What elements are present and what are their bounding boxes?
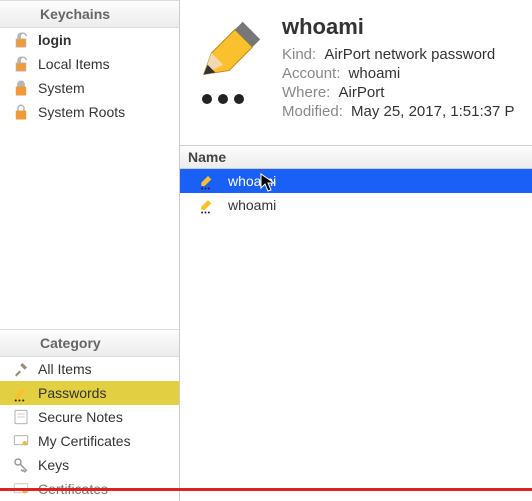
pencil-dots-icon [12,384,30,402]
kind-value: AirPort network password [324,46,495,63]
content-area: whoami Kind: AirPort network password Ac… [180,0,532,501]
keychain-label: System Roots [38,104,171,120]
category-my-certificates[interactable]: My Certificates [0,429,179,453]
keychain-label: System [38,80,171,96]
category-label: My Certificates [38,433,171,449]
certificate-icon [12,432,30,450]
list-row[interactable]: whoami [180,169,532,193]
where-value: AirPort [339,84,385,101]
keychains-list: login Local Items System System Roots [0,28,179,329]
account-value: whoami [349,65,401,82]
tools-icon [12,360,30,378]
keychain-login[interactable]: login [0,28,179,52]
list-row-name: whoami [228,197,276,213]
keychains-header: Keychains [0,0,179,28]
category-label: Keys [38,457,171,473]
list-column-name[interactable]: Name [180,146,532,169]
category-header: Category [0,329,179,357]
category-label: All Items [38,361,171,377]
category-keys[interactable]: Keys [0,453,179,477]
modified-value: May 25, 2017, 1:51:37 P [351,103,514,120]
lock-open-icon [12,55,30,73]
key-icon [12,456,30,474]
kind-label: Kind: [282,46,316,63]
category-all-items[interactable]: All Items [0,357,179,381]
red-underline [0,488,532,491]
modified-label: Modified: [282,103,343,120]
detail-title: whoami [282,14,515,40]
category-list: All Items Passwords Secure Notes My Cert… [0,357,179,501]
lock-open-icon [12,31,30,49]
keychain-local[interactable]: Local Items [0,52,179,76]
category-secure-notes[interactable]: Secure Notes [0,405,179,429]
detail-pencil-icon [190,14,268,104]
category-label: Passwords [38,385,171,401]
list-row[interactable]: whoami [180,193,532,217]
lock-closed-icon [12,103,30,121]
keychain-system-roots[interactable]: System Roots [0,100,179,124]
lock-closed-icon [12,79,30,97]
pencil-dots-icon [198,171,218,191]
sidebar: Keychains login Local Items System [0,0,180,501]
pencil-dots-icon [198,195,218,215]
keychain-label: Local Items [38,56,171,72]
keychain-label: login [38,32,171,48]
category-label: Secure Notes [38,409,171,425]
account-label: Account: [282,65,340,82]
where-label: Where: [282,84,330,101]
detail-pane: whoami Kind: AirPort network password Ac… [180,0,532,146]
category-passwords[interactable]: Passwords [0,381,179,405]
detail-info: whoami Kind: AirPort network password Ac… [282,14,515,135]
dots-icon [202,94,244,104]
password-list: whoami whoami [180,169,532,501]
note-icon [12,408,30,426]
list-row-name: whoami [228,173,276,189]
keychain-system[interactable]: System [0,76,179,100]
